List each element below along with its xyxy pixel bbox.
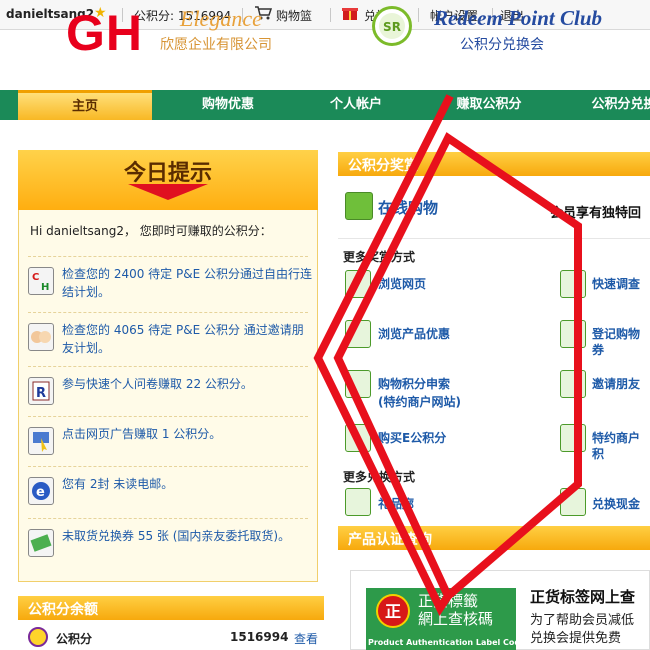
gh-logo[interactable]: GH <box>66 4 143 62</box>
tip-item[interactable]: CH 检查您的 2400 待定 P&E 公积分通过自由行连结计划。 <box>28 256 312 306</box>
balance-view-link[interactable]: 查看 <box>294 630 318 647</box>
auth-seal-letter: 正 <box>385 602 401 621</box>
browse-web-icon[interactable] <box>345 270 371 298</box>
browse-deals-link[interactable]: 浏览产品优惠 <box>378 326 450 342</box>
buy-epoints-icon[interactable] <box>345 424 371 452</box>
auth-seal-icon: 正 <box>376 594 410 628</box>
register-voucher-icon[interactable] <box>560 320 586 348</box>
tip-item[interactable]: 点击网页广告赚取 1 公积分。 <box>28 416 308 466</box>
redeem-more-title: 更多兑换方式 <box>343 470 416 484</box>
divider <box>330 8 331 22</box>
today-tips-title: 今日提示 <box>123 161 212 186</box>
tip-item[interactable]: R 参与快速个人问卷赚取 22 公积分。 <box>28 366 308 416</box>
brand-name: Elegance <box>180 6 262 31</box>
rewards-title: 公积分奖赏 <box>348 158 418 174</box>
claim-points-icon[interactable] <box>345 370 371 398</box>
earn-more-title: 更多奖赏方式 <box>343 250 416 264</box>
svg-text:R: R <box>36 386 46 401</box>
divider <box>418 8 419 22</box>
gift-icon[interactable] <box>342 5 358 24</box>
cart-link[interactable]: 购物篮 <box>276 7 312 24</box>
product-description: 为了帮助会员减低 兑换会提供免费 <box>530 612 634 648</box>
redeem-club-logo: SR <box>372 6 412 46</box>
click-icon <box>28 427 54 455</box>
shopping-cart-icon[interactable] <box>345 192 373 220</box>
tip-item[interactable]: 检查您的 4065 待定 P&E 公积分 通过邀请朋友计划。 <box>28 312 308 362</box>
desc-line: 兑换会提供免费 <box>530 631 622 646</box>
balance-title: 公积分余额 <box>28 602 98 618</box>
svg-text:C: C <box>32 272 39 283</box>
tip-text[interactable]: 参与快速个人问卷赚取 22 公积分。 <box>62 375 312 393</box>
club-name: Redeem Point Club <box>434 6 602 30</box>
quick-survey-link[interactable]: 快速调查 <box>592 276 640 292</box>
desc-line: 为了帮助会员减低 <box>530 613 635 628</box>
down-arrow-icon <box>128 184 208 200</box>
tip-item[interactable]: e 您有 2封 未读电邮。 <box>28 466 308 516</box>
buy-epoints-link[interactable]: 购买E公积分 <box>378 430 446 446</box>
redeem-cash-icon[interactable] <box>560 488 586 516</box>
member-text: 会员享有独特回 <box>550 206 642 221</box>
main-nav: 主页 购物优惠 个人帐户 赚取公积分 公积分兑换 <box>0 90 650 120</box>
greeting: Hi danieltsang2， 您即时可赚取的公积分： <box>30 224 272 238</box>
balance-label: 公积分 <box>56 632 93 646</box>
tip-text[interactable]: 您有 2封 未读电邮。 <box>62 475 312 493</box>
gift-gallery-icon[interactable] <box>345 488 371 516</box>
tab-redeem-points[interactable]: 公积分兑换 <box>574 90 650 120</box>
svg-text:e: e <box>36 485 45 500</box>
divider <box>338 238 650 239</box>
quick-survey-icon[interactable] <box>560 270 586 298</box>
survey-icon: R <box>28 377 54 405</box>
merchant-points-link[interactable]: 特约商户积 <box>592 430 650 462</box>
redeem-cash-link[interactable]: 兑换现金 <box>592 496 640 512</box>
claim-points-link[interactable]: 购物积分申索 <box>378 376 450 392</box>
gift-gallery-link[interactable]: 礼品廊 <box>378 496 414 512</box>
tip-text[interactable]: 点击网页广告赚取 1 公积分。 <box>62 425 312 443</box>
online-shopping-link[interactable]: 在线购物 <box>378 197 438 218</box>
tab-earn-points[interactable]: 赚取公积分 <box>424 90 554 120</box>
invite-friends-icon[interactable] <box>560 370 586 398</box>
merchant-points-icon[interactable] <box>560 424 586 452</box>
points-icon <box>28 627 48 647</box>
ch-icon: CH <box>28 267 54 295</box>
balance-value: 1516994 <box>230 630 289 644</box>
tab-home[interactable]: 主页 <box>18 90 152 120</box>
claim-points-sub[interactable]: (特约商户网站) <box>378 394 461 410</box>
browse-deals-icon[interactable] <box>345 320 371 348</box>
svg-text:H: H <box>41 282 49 293</box>
product-headline: 正货标签网上查 <box>530 588 636 606</box>
auth-banner-line1: 正貨標籤 <box>418 592 479 610</box>
auth-banner-text: 正貨標籤 網上查核碼 <box>418 592 493 628</box>
auth-banner-en: Product Authentication Label Code <box>368 638 526 647</box>
tab-shopping-deals[interactable]: 购物优惠 <box>168 90 288 120</box>
tip-text[interactable]: 检查您的 2400 待定 P&E 公积分通过自由行连结计划。 <box>62 265 312 301</box>
tip-text[interactable]: 检查您的 4065 待定 P&E 公积分 通过邀请朋友计划。 <box>62 321 312 357</box>
browse-web-link[interactable]: 浏览网页 <box>378 276 426 292</box>
friends-icon <box>28 323 54 351</box>
coupon-icon <box>28 529 54 557</box>
company-name: 欣愿企业有限公司 <box>160 37 272 53</box>
club-name-cn: 公积分兑换会 <box>460 37 544 53</box>
invite-friends-link[interactable]: 邀请朋友 <box>592 376 640 392</box>
product-auth-title: 产品认证查询 <box>348 532 432 548</box>
tip-text[interactable]: 未取货兑换券 55 张 (国内亲友委托取货)。 <box>62 527 312 545</box>
auth-banner-line2: 網上查核碼 <box>418 610 494 628</box>
tab-personal-account[interactable]: 个人帐户 <box>296 90 416 120</box>
club-logo-letters: SR <box>383 20 401 34</box>
tip-item[interactable]: 未取货兑换券 55 张 (国内亲友委托取货)。 <box>28 518 308 568</box>
register-voucher-link[interactable]: 登记购物券 <box>592 326 650 358</box>
email-icon: e <box>28 477 54 505</box>
